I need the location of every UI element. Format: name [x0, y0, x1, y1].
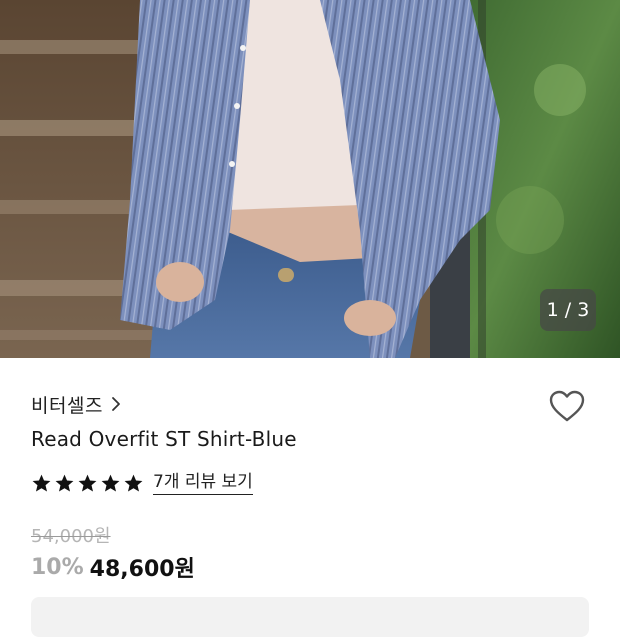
product-info: 비터셀즈 Read Overfit ST Shirt-Blue 7개 리뷰 보기… [0, 358, 620, 637]
discount-rate: 10% [31, 554, 84, 580]
coupon-banner[interactable] [31, 597, 589, 637]
star-filled-icon [32, 474, 51, 492]
star-filled-icon [124, 474, 143, 492]
brand-link[interactable]: 비터셀즈 [31, 390, 123, 418]
star-filled-icon [78, 474, 97, 492]
chevron-right-icon [111, 394, 123, 414]
product-image-carousel[interactable]: 1 / 3 [0, 0, 620, 358]
view-reviews-link[interactable]: 7개 리뷰 보기 [153, 471, 253, 495]
star-filled-icon [55, 474, 74, 492]
star-filled-icon [101, 474, 120, 492]
product-photo [0, 0, 620, 358]
heart-outline-icon [548, 389, 586, 427]
rating-row: 7개 리뷰 보기 [31, 468, 253, 498]
price-row: 10% 48,600원 [31, 550, 195, 584]
product-title: Read Overfit ST Shirt-Blue [31, 427, 297, 451]
original-price: 54,000원 [31, 526, 111, 547]
image-page-indicator: 1 / 3 [540, 289, 596, 331]
wishlist-button[interactable] [547, 388, 587, 428]
star-rating [31, 473, 144, 494]
brand-name: 비터셀즈 [31, 394, 103, 417]
sale-price: 48,600원 [89, 557, 195, 582]
